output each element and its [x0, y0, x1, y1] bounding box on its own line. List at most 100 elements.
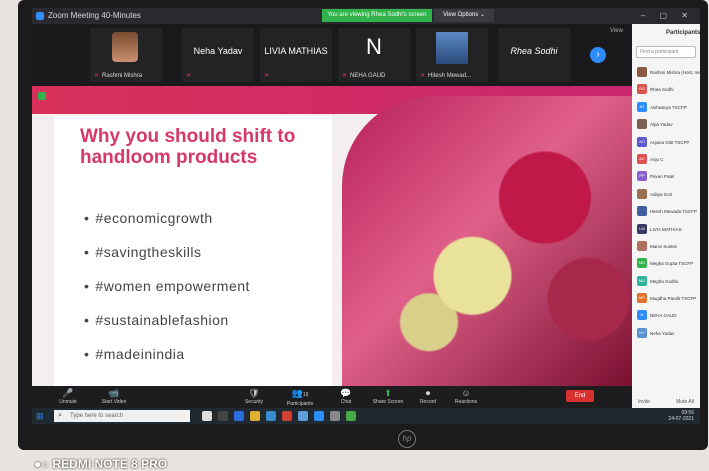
file-explorer-icon[interactable] [218, 411, 228, 421]
participant-list: Rashmi Mishra (Host, me) RS Rhea Sodhi AT Ai… [632, 64, 700, 342]
unmute-button[interactable]: 🎤 Unmute [48, 388, 88, 405]
yarn-photo [342, 96, 632, 386]
share-indicator-icon [38, 92, 46, 100]
participant-avatar [637, 119, 647, 130]
participant-row[interactable]: MP Mugdha Pandit TSCFP [632, 290, 700, 307]
app-icon[interactable] [282, 411, 292, 421]
folder-icon[interactable] [250, 411, 260, 421]
participant-avatar: AT [637, 101, 647, 112]
camera-icon: 📹 [108, 388, 120, 398]
participant-avatar: PP [637, 171, 647, 182]
participant-row[interactable]: MG Megha Gupta TSCFP [632, 255, 700, 272]
participant-avatar: LM [637, 223, 647, 234]
tile-sub-label: Rashmi Mishra [102, 73, 143, 79]
camera-watermark: ●○ REDMI NOTE 8 PRO [34, 457, 168, 471]
camera-dots-icon: ●○ [34, 457, 49, 471]
participant-avatar: MG [637, 258, 647, 269]
participant-name: Manvi Sunkie [650, 243, 678, 249]
taskbar-search-input[interactable]: ⌕ Type here to search [54, 410, 190, 422]
record-button[interactable]: ⏺ Record [408, 388, 448, 405]
participant-name: Pavan Patel [650, 174, 675, 180]
participant-avatar: RS [637, 84, 647, 95]
security-button[interactable]: 🛡 Security [234, 388, 274, 405]
participant-row[interactable]: Alpa Yadav [632, 116, 700, 133]
participant-photo [436, 32, 468, 64]
mic-muted-icon: ✕ [264, 73, 270, 79]
participant-row[interactable]: LM LIVIA MATHIAS [632, 221, 700, 238]
app-icon[interactable] [330, 411, 340, 421]
participant-row[interactable]: Hitesh Mewada TSCFP [632, 203, 700, 220]
start-video-button[interactable]: 📹 Start Video [94, 388, 134, 405]
next-page-arrow-icon[interactable]: › [590, 47, 606, 63]
participant-row[interactable]: Rashmi Mishra (Host, me) [632, 64, 700, 81]
laptop-frame: Zoom Meeting 40-Minutes You are viewing … [18, 0, 708, 450]
participant-row[interactable]: N NEHA GAUD [632, 307, 700, 324]
participant-row[interactable]: Manvi Sunkie [632, 238, 700, 255]
participant-avatar: AC [637, 153, 647, 164]
participant-name: LIVIA MATHIAS [650, 226, 682, 232]
participant-name: Megha Gupta TSCFP [650, 261, 694, 267]
bullet-item: #savingtheskills [84, 244, 250, 278]
participants-button[interactable]: 👥19 Participants [280, 388, 320, 407]
reactions-icon: ☺ [461, 388, 471, 398]
video-tile[interactable]: LIVIA MATHIAS ✕ [260, 28, 332, 82]
find-participant-input[interactable]: Find a participant [636, 46, 696, 58]
mail-icon[interactable] [298, 411, 308, 421]
bullet-item: #madeinindia [84, 346, 250, 380]
shield-icon: 🛡 [248, 388, 260, 398]
chat-button[interactable]: 💬 Chat [326, 388, 366, 405]
share-screen-button[interactable]: ⬆ Share Screen [368, 388, 408, 405]
video-tile[interactable]: ✕ Rashmi Mishra [90, 28, 162, 82]
participant-avatar: MG [637, 275, 647, 286]
video-tile-active[interactable]: Rhea Sodhi [498, 28, 570, 82]
tile-name: Neha Yadav [193, 46, 243, 56]
participant-avatar: N [637, 310, 647, 321]
participant-name: Rashmi Mishra (Host, me) [650, 70, 700, 75]
participant-name: Neha Yadav [650, 330, 675, 336]
participant-row[interactable]: AT Aishwarya TSCFP [632, 99, 700, 116]
participant-avatar: NY [637, 327, 647, 338]
participant-row[interactable]: RS Rhea Sodhi [632, 81, 700, 98]
participant-photo [112, 32, 138, 62]
shared-slide: Why you should shift to handloom product… [32, 86, 632, 386]
participant-row[interactable]: MG Megha Godhs [632, 273, 700, 290]
mute-all-button[interactable]: Mute All [676, 399, 694, 405]
mic-muted-icon: ✕ [420, 73, 426, 79]
store-icon[interactable] [234, 411, 244, 421]
panel-footer: Invite Mute All [638, 399, 694, 405]
invite-button[interactable]: Invite [638, 399, 650, 405]
window-controls[interactable]: – ▢ ✕ [641, 8, 694, 24]
zoom-taskbar-icon[interactable] [314, 411, 324, 421]
windows-start-icon[interactable]: ⊞ [36, 411, 44, 422]
mic-muted-icon: ✕ [342, 73, 348, 79]
video-tile[interactable]: ✕ Hitesh Mewad... [416, 28, 488, 82]
participant-row[interactable]: AO Anjana Gite TSCFP [632, 134, 700, 151]
task-view-icon[interactable] [202, 411, 212, 421]
participants-panel: Participants Find a participant Rashmi M… [632, 24, 700, 408]
video-tile[interactable]: Neha Yadav ✕ [182, 28, 254, 82]
participant-row[interactable]: PP Pavan Patel [632, 168, 700, 185]
system-tray[interactable]: 09:56 24-07-2021 [668, 410, 694, 422]
bullet-item: #economicgrowth [84, 210, 250, 244]
participant-avatar [637, 188, 647, 199]
mic-muted-icon: ✕ [94, 73, 100, 79]
view-options-button[interactable]: View Options ⌄ [434, 9, 494, 22]
video-tile[interactable]: N ✕ NEHA GAUD [338, 28, 410, 82]
zoom-logo-icon [36, 12, 44, 20]
participant-name: Mugdha Pandit TSCFP [650, 296, 697, 302]
participant-row[interactable]: Aditya Gori [632, 186, 700, 203]
edge-icon[interactable] [266, 411, 276, 421]
participant-row[interactable]: AC Anju C [632, 151, 700, 168]
end-meeting-button[interactable]: End [566, 390, 594, 402]
app-icon[interactable] [346, 411, 356, 421]
participant-name: Hitesh Mewada TSCFP [650, 209, 697, 215]
video-strip: ✕ Rashmi Mishra Neha Yadav ✕ LIVIA MATHIA… [32, 24, 632, 86]
participant-name: Rhea Sodhi [650, 87, 674, 93]
panel-title: Participants [666, 30, 700, 36]
reactions-button[interactable]: ☺ Reactions [446, 388, 486, 405]
bullet-item: #sustainablefashion [84, 312, 250, 346]
tile-initial: N [366, 34, 382, 59]
view-label[interactable]: View [610, 28, 623, 34]
participant-name: Aishwarya TSCFP [650, 104, 687, 110]
participant-row[interactable]: NY Neha Yadav [632, 325, 700, 342]
